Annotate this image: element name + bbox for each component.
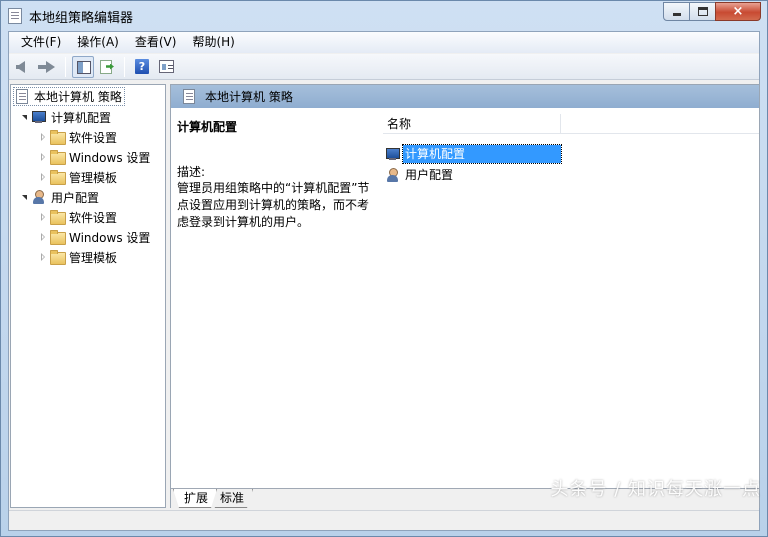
tree-item-label: 管理模板 xyxy=(69,170,118,185)
toolbar: ? xyxy=(9,54,759,80)
tree-item-label: 软件设置 xyxy=(69,210,118,225)
folder-icon xyxy=(49,129,66,145)
computer-icon xyxy=(385,146,401,162)
folder-icon xyxy=(49,169,66,185)
list-item-user-config[interactable]: 用户配置 xyxy=(385,165,455,184)
tree-item-user-config[interactable]: 用户配置 xyxy=(19,187,99,207)
tree-item-user-admin-templates[interactable]: 管理模板 xyxy=(37,247,117,267)
forward-button[interactable] xyxy=(37,56,59,78)
help-button[interactable]: ? xyxy=(131,56,153,78)
maximize-icon xyxy=(698,7,708,16)
tree-item-label: 本地计算机 策略 xyxy=(34,90,122,104)
tree-item-computer-admin-templates[interactable]: 管理模板 xyxy=(37,167,117,187)
policy-editor-icon xyxy=(8,8,22,24)
close-icon: × xyxy=(732,4,744,19)
menu-help[interactable]: 帮助(H) xyxy=(184,32,242,53)
description-label: 描述: xyxy=(177,165,206,179)
watermark-text: 头条号 / 知识每天涨一点 xyxy=(550,479,761,500)
folder-icon xyxy=(49,149,66,165)
computer-icon xyxy=(31,109,47,125)
tree-item-computer-config[interactable]: 计算机配置 xyxy=(19,107,111,127)
tree-item-user-windows[interactable]: Windows 设置 xyxy=(37,227,150,247)
item-list[interactable]: 名称 计算机配置 用户配置 xyxy=(379,108,759,488)
tree-item-label: Windows 设置 xyxy=(69,150,151,165)
menu-view[interactable]: 查看(V) xyxy=(127,32,185,53)
tree-item-label: 用户配置 xyxy=(51,190,100,205)
folder-icon xyxy=(49,249,66,265)
tree-item-label: 软件设置 xyxy=(69,130,118,145)
list-item-label: 计算机配置 xyxy=(402,143,562,164)
window-title: 本地组策略编辑器 xyxy=(29,11,134,26)
expand-arrow-icon[interactable] xyxy=(37,247,49,267)
console-tree[interactable]: 本地计算机 策略 计算机配置 软件设置 Windows 设置 管理模板 用户配置… xyxy=(10,84,166,508)
tree-item-user-software[interactable]: 软件设置 xyxy=(37,207,117,227)
folder-icon xyxy=(49,209,66,225)
toolbar-separator xyxy=(124,56,125,77)
status-bar xyxy=(9,510,759,530)
tab-extended[interactable]: 扩展 xyxy=(173,489,217,508)
tree-item-computer-software[interactable]: 软件设置 xyxy=(37,127,117,147)
details-header: 本地计算机 策略 xyxy=(171,85,759,108)
expand-arrow-icon[interactable] xyxy=(37,167,49,187)
minimize-button[interactable] xyxy=(663,2,690,21)
maximize-button[interactable] xyxy=(689,2,716,21)
details-header-title: 本地计算机 策略 xyxy=(205,90,293,104)
app-window: 本地组策略编辑器 × 文件(F) 操作(A) 查看(V) 帮助(H) ? 本地计… xyxy=(0,0,768,537)
menu-bar: 文件(F) 操作(A) 查看(V) 帮助(H) xyxy=(9,32,759,53)
close-button[interactable]: × xyxy=(715,2,761,21)
expand-arrow-icon[interactable] xyxy=(37,227,49,247)
list-item-label: 用户配置 xyxy=(405,168,454,182)
policy-icon xyxy=(183,89,195,104)
expand-arrow-icon[interactable] xyxy=(37,147,49,167)
users-icon xyxy=(31,189,47,205)
column-header-name[interactable]: 名称 xyxy=(383,114,561,134)
client-area: 文件(F) 操作(A) 查看(V) 帮助(H) ? 本地计算机 策略 计算机配置… xyxy=(8,31,760,531)
policy-icon xyxy=(16,89,28,104)
users-icon xyxy=(385,167,401,183)
back-arrow-icon xyxy=(16,60,25,73)
description-panel: 计算机配置 描述: 管理员用组策略中的“计算机配置”节点设置应用到计算机的策略，… xyxy=(171,108,376,488)
minimize-icon xyxy=(673,13,681,16)
toolbar-separator xyxy=(65,56,66,77)
folder-icon xyxy=(49,229,66,245)
menu-action[interactable]: 操作(A) xyxy=(69,32,127,53)
list-item-computer-config[interactable]: 计算机配置 xyxy=(385,143,562,164)
properties-button[interactable] xyxy=(155,56,177,78)
properties-icon xyxy=(159,59,174,73)
show-hide-tree-icon xyxy=(77,60,91,74)
forward-arrow-icon xyxy=(38,60,55,73)
caption-buttons: × xyxy=(663,2,761,22)
tree-item-label: 管理模板 xyxy=(69,250,118,265)
menu-file[interactable]: 文件(F) xyxy=(13,32,69,53)
export-list-button[interactable] xyxy=(96,56,118,78)
expand-arrow-icon[interactable] xyxy=(37,127,49,147)
export-list-icon xyxy=(100,59,112,74)
expand-arrow-icon[interactable] xyxy=(37,207,49,227)
back-button[interactable] xyxy=(13,56,35,78)
show-hide-tree-button[interactable] xyxy=(72,55,94,78)
title-bar[interactable]: 本地组策略编辑器 × xyxy=(1,1,767,31)
list-header: 名称 xyxy=(383,114,759,134)
help-icon: ? xyxy=(135,58,149,74)
tree-item-computer-windows[interactable]: Windows 设置 xyxy=(37,147,150,167)
details-pane: 本地计算机 策略 计算机配置 描述: 管理员用组策略中的“计算机配置”节点设置应… xyxy=(170,84,760,508)
description-title: 计算机配置 xyxy=(177,120,238,134)
tree-item-label: 计算机配置 xyxy=(51,110,112,125)
tree-item-local-computer-policy[interactable]: 本地计算机 策略 xyxy=(13,87,125,106)
tree-item-label: Windows 设置 xyxy=(69,230,151,245)
description-text: 管理员用组策略中的“计算机配置”节点设置应用到计算机的策略，而不考虑登录到计算机… xyxy=(177,181,370,229)
collapse-arrow-icon[interactable] xyxy=(19,187,31,207)
collapse-arrow-icon[interactable] xyxy=(19,107,31,127)
